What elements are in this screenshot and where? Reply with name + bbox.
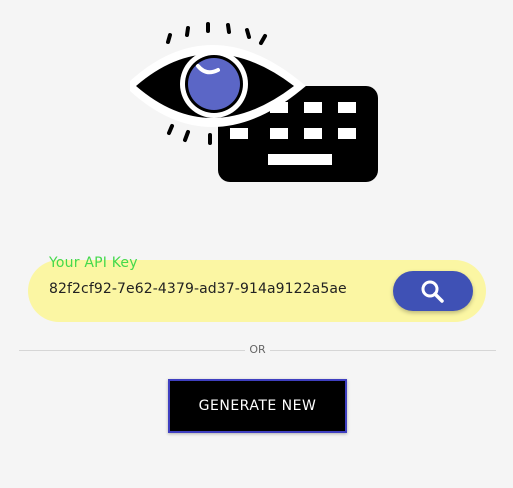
api-key-input[interactable]: [49, 278, 379, 300]
search-button[interactable]: [393, 271, 473, 311]
divider-right: [270, 350, 496, 351]
app-page: Your API Key OR GENERATE NEW: [0, 0, 513, 488]
search-icon: [421, 280, 444, 303]
generate-new-button[interactable]: GENERATE NEW: [168, 379, 347, 433]
api-key-label: Your API Key: [49, 255, 138, 271]
divider-left: [19, 350, 245, 351]
or-divider-text: OR: [249, 343, 266, 356]
eye-keyboard-icon: [130, 22, 378, 182]
